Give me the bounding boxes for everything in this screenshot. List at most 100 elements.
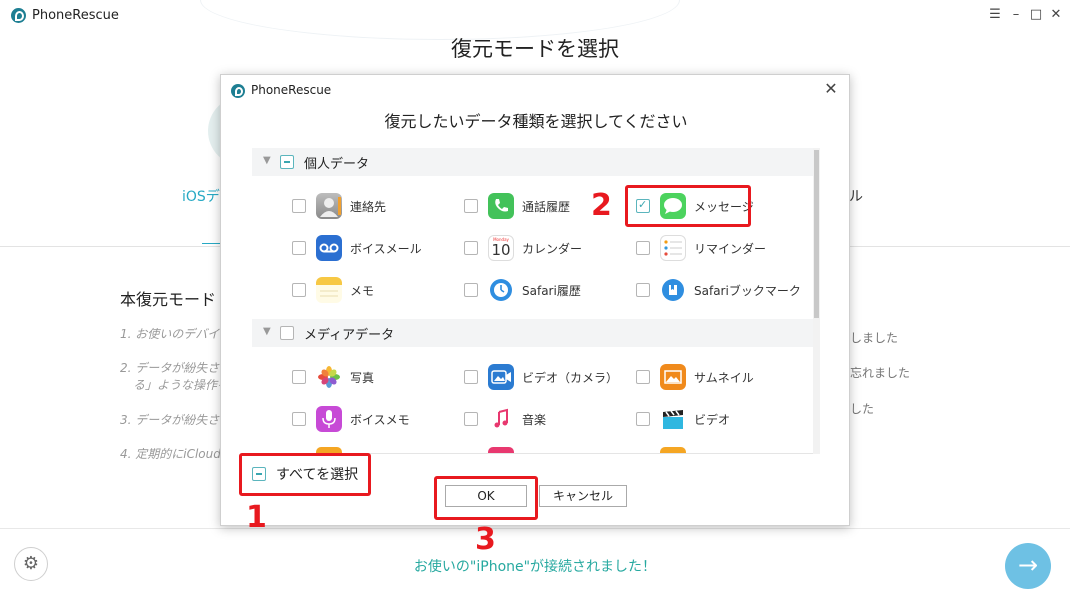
item-label: メモ — [350, 284, 375, 298]
info-line: 3. データが紛失され — [120, 413, 232, 427]
item-label: ビデオ（カメラ） — [522, 371, 619, 385]
group-header-personal[interactable]: ▼ 個人データ — [252, 148, 814, 176]
group-checkbox-personal[interactable] — [280, 155, 294, 169]
camera-video-icon — [488, 364, 514, 390]
item-label: サムネイル — [694, 371, 754, 385]
annotation-number: 3 — [475, 522, 496, 557]
maximize-icon[interactable]: □ — [1028, 7, 1044, 23]
phonerescue-logo-icon — [231, 84, 245, 98]
item-checkbox[interactable] — [464, 370, 478, 384]
partial-row-icon — [488, 447, 514, 453]
notes-icon — [316, 277, 342, 303]
scrollbar-thumb[interactable] — [814, 150, 819, 318]
item-label: ボイスメール — [350, 242, 422, 256]
item-music[interactable]: 音楽 — [464, 405, 634, 433]
item-photos[interactable]: 写真 — [292, 363, 462, 391]
app-title: PhoneRescue — [32, 8, 119, 23]
mode-tab-right[interactable]: ル — [849, 186, 863, 206]
info-line-right: 忘れました — [850, 366, 911, 380]
close-icon[interactable]: ✕ — [1048, 7, 1064, 23]
item-reminders[interactable]: リマインダー — [636, 234, 806, 262]
footer-divider — [0, 528, 1070, 529]
item-label: 連絡先 — [350, 200, 387, 214]
item-safari-bookmarks[interactable]: Safariブックマーク — [636, 276, 806, 304]
info-line: る」ような操作を — [133, 378, 230, 392]
info-line-right: しました — [850, 331, 899, 345]
item-label: 音楽 — [522, 413, 547, 427]
group-header-media[interactable]: ▼ メディアデータ — [252, 319, 814, 347]
dialog-heading: 復元したいデータ種類を選択してください — [384, 112, 688, 131]
next-arrow-button[interactable]: → — [1005, 543, 1051, 589]
annotation-number: 2 — [591, 188, 612, 223]
annotation-box-messages — [625, 185, 751, 227]
video-clapper-icon — [660, 406, 686, 432]
page-title: 復元モードを選択 — [451, 37, 619, 61]
item-checkbox[interactable] — [464, 412, 478, 426]
item-camera-video[interactable]: ビデオ（カメラ） — [464, 363, 634, 391]
thumbnail-icon — [660, 364, 686, 390]
item-checkbox[interactable] — [292, 370, 306, 384]
item-label: 通話履歴 — [522, 200, 571, 214]
collapse-arrow-icon[interactable]: ▼ — [263, 155, 271, 166]
info-line: 1. お使いのデバイス — [120, 327, 231, 341]
info-line: 2. データが紛失され — [120, 361, 232, 375]
dialog-title: PhoneRescue — [251, 83, 332, 97]
voice-memo-icon — [316, 406, 342, 432]
item-label: ビデオ — [694, 413, 731, 427]
item-notes[interactable]: メモ — [292, 276, 462, 304]
item-checkbox[interactable] — [636, 283, 650, 297]
item-thumbnails[interactable]: サムネイル — [636, 363, 806, 391]
item-label: ボイスメモ — [350, 413, 410, 427]
calendar-number: 10 — [491, 241, 511, 259]
annotation-box-ok — [434, 476, 538, 520]
info-line: 4. 定期的にiCloud — [120, 447, 221, 461]
item-label: カレンダー — [522, 242, 583, 256]
item-checkbox[interactable] — [636, 241, 650, 255]
info-heading: 本復元モード — [120, 290, 217, 309]
annotation-box-select-all — [239, 453, 371, 496]
photos-icon — [316, 364, 342, 390]
menu-icon[interactable]: ☰ — [987, 7, 1003, 23]
minimize-icon[interactable]: – — [1008, 7, 1024, 23]
item-voicemail[interactable]: ボイスメール — [292, 234, 462, 262]
contacts-icon — [316, 193, 342, 219]
item-contacts[interactable]: 連絡先 — [292, 192, 462, 220]
item-calendar[interactable]: Monday 10 カレンダー — [464, 234, 634, 262]
app-titlebar: PhoneRescue ☰ – □ ✕ — [0, 0, 1070, 32]
cancel-button[interactable]: キャンセル — [539, 485, 627, 507]
info-line-right: した — [850, 402, 875, 416]
item-checkbox[interactable] — [292, 199, 306, 213]
voicemail-icon — [316, 235, 342, 261]
item-safari-history[interactable]: Safari履歴 — [464, 276, 634, 304]
reminders-icon — [660, 235, 686, 261]
item-voice-memos[interactable]: ボイスメモ — [292, 405, 462, 433]
group-label: メディアデータ — [304, 328, 395, 343]
item-checkbox[interactable] — [292, 412, 306, 426]
safari-history-icon — [488, 277, 514, 303]
item-checkbox[interactable] — [292, 283, 306, 297]
connection-status: お使いの"iPhone"が接続されました！ — [413, 559, 657, 575]
group-checkbox-media[interactable] — [280, 326, 294, 340]
dialog-close-icon[interactable]: ✕ — [822, 80, 840, 98]
phone-icon — [488, 193, 514, 219]
safari-bookmark-icon — [660, 277, 686, 303]
item-checkbox[interactable] — [636, 370, 650, 384]
item-label: リマインダー — [694, 242, 767, 256]
phonerescue-logo-icon — [11, 8, 26, 23]
item-checkbox[interactable] — [292, 241, 306, 255]
annotation-number: 1 — [246, 500, 267, 535]
group-label: 個人データ — [304, 157, 370, 172]
music-icon — [488, 406, 514, 432]
item-label: 写真 — [350, 371, 375, 385]
mode-tab-underline — [202, 243, 222, 244]
item-label: Safariブックマーク — [694, 284, 801, 298]
calendar-icon: Monday 10 — [488, 235, 514, 261]
item-checkbox[interactable] — [636, 412, 650, 426]
partial-row-icon — [660, 447, 686, 453]
item-videos[interactable]: ビデオ — [636, 405, 806, 433]
item-label: Safari履歴 — [522, 284, 581, 298]
item-checkbox[interactable] — [464, 199, 478, 213]
collapse-arrow-icon[interactable]: ▼ — [263, 326, 271, 337]
item-checkbox[interactable] — [464, 283, 478, 297]
item-checkbox[interactable] — [464, 241, 478, 255]
